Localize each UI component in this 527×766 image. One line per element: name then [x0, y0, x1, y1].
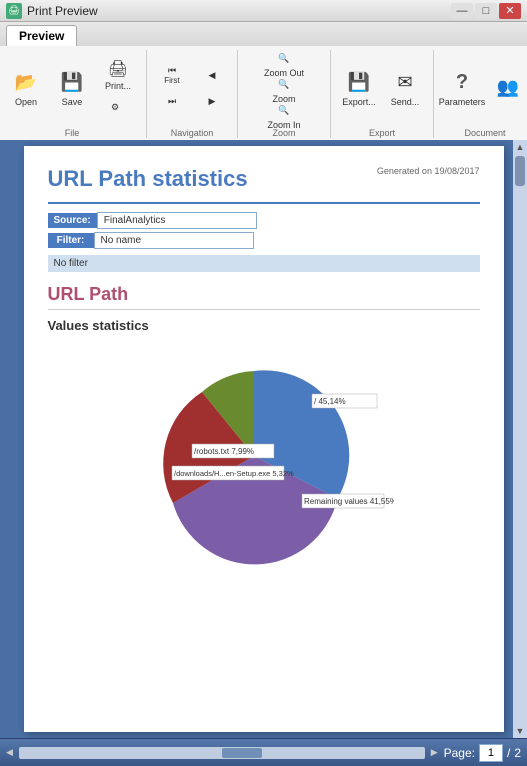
scroll-right-arrow[interactable]: ▶ — [431, 747, 438, 758]
close-button[interactable]: ✕ — [499, 3, 521, 19]
scrollbar-vertical[interactable]: ▲ ▼ — [513, 140, 527, 738]
page-info: Page: / 2 — [444, 744, 521, 762]
scroll-up-arrow[interactable]: ▲ — [516, 142, 525, 152]
source-value: FinalAnalytics — [97, 212, 257, 229]
page-number-input[interactable] — [479, 744, 503, 762]
svg-text:/downloads/H...en-Setup.exe 5,: /downloads/H...en-Setup.exe 5,32% — [174, 469, 294, 478]
export-button[interactable]: 💾 Export... — [337, 62, 381, 114]
prev-page-icon: ◀ — [209, 70, 216, 81]
navigation-buttons: ⏮ First ⏭ ◀ ▶ — [153, 50, 231, 126]
source-row: Source: FinalAnalytics — [48, 212, 480, 229]
parameters-icon: ? — [449, 69, 475, 95]
ribbon-tabs: Preview — [0, 22, 527, 46]
section-title: URL Path — [48, 284, 480, 310]
filter-label: Filter: — [48, 233, 94, 248]
navigation-group-label: Navigation — [153, 128, 231, 138]
zoom-buttons: 🔍 Zoom Out 🔍 Zoom 🔍 Zoom In — [244, 50, 324, 126]
open-button[interactable]: 📂 Open — [4, 62, 48, 114]
report-title: URL Path statistics — [48, 166, 248, 192]
scroll-down-arrow[interactable]: ▼ — [516, 726, 525, 736]
maximize-button[interactable]: □ — [475, 3, 497, 19]
filter-value: No name — [94, 232, 254, 249]
print-area: URL Path statistics Generated on 19/08/2… — [0, 140, 527, 738]
report-header: URL Path statistics Generated on 19/08/2… — [48, 166, 480, 204]
zoom-group-label: Zoom — [244, 128, 324, 138]
app-icon: 🖨 — [6, 3, 22, 19]
ribbon-group-export: 💾 Export... ✉ Send... Export — [337, 50, 434, 138]
zoom-out-icon: 🔍 — [278, 53, 289, 64]
chart-container: / 45,14% Remaining values 41,55% /robots… — [48, 341, 480, 571]
last-page-button[interactable]: ⏭ — [153, 89, 191, 113]
file-group-label: File — [4, 128, 140, 138]
document-group-label: Document — [440, 128, 527, 138]
pie-chart: / 45,14% Remaining values 41,55% /robots… — [134, 346, 394, 566]
settings-icon: ⚙ — [111, 102, 119, 113]
print-button[interactable]: 🖨 Print... — [96, 57, 140, 93]
ribbon-group-navigation: ⏮ First ⏭ ◀ ▶ Navigation — [153, 50, 238, 138]
last-page-icon: ⏭ — [168, 96, 176, 107]
document-buttons: ? Parameters 👥 — [440, 50, 527, 126]
export-icon: 💾 — [346, 69, 372, 95]
save-button[interactable]: 💾 Save — [50, 62, 94, 114]
svg-text:Remaining values 41,55%: Remaining values 41,55% — [304, 497, 394, 506]
first-page-icon: ⏮ — [168, 65, 176, 76]
doc-settings-button[interactable]: 👥 — [486, 62, 527, 114]
prev-page-button[interactable]: ◀ — [193, 63, 231, 87]
source-label: Source: — [48, 213, 97, 228]
filter-bar: No filter — [48, 255, 480, 272]
svg-text:/robots.txt 7,99%: /robots.txt 7,99% — [194, 447, 254, 456]
scrollbar-horizontal[interactable] — [19, 747, 425, 759]
title-bar: 🖨 Print Preview — □ ✕ — [0, 0, 527, 22]
minimize-button[interactable]: — — [451, 3, 473, 19]
send-icon: ✉ — [392, 69, 418, 95]
first-page-button[interactable]: ⏮ First — [153, 63, 191, 87]
print-settings-button[interactable]: ⚙ — [96, 95, 134, 119]
filter-row: Filter: No name — [48, 232, 480, 249]
tab-preview[interactable]: Preview — [6, 25, 77, 46]
ribbon-toolbar: 📂 Open 💾 Save 🖨 Print... ⚙ File — [0, 46, 527, 140]
send-button[interactable]: ✉ Send... — [383, 62, 427, 114]
window-controls: — □ ✕ — [451, 3, 521, 19]
next-page-button[interactable]: ▶ — [193, 89, 231, 113]
open-icon: 📂 — [13, 69, 39, 95]
values-title: Values statistics — [48, 318, 480, 333]
zoom-out-button[interactable]: 🔍 Zoom Out — [244, 50, 324, 74]
save-icon: 💾 — [59, 69, 85, 95]
window-title: Print Preview — [27, 4, 98, 18]
bottom-bar: ◀ ▶ Page: / 2 — [0, 738, 527, 766]
ribbon-group-document: ? Parameters 👥 Document — [440, 50, 527, 138]
page-label: Page: — [444, 746, 475, 760]
doc-settings-icon: 👥 — [495, 74, 521, 100]
svg-text:/ 45,14%: / 45,14% — [314, 397, 346, 406]
zoom-in-button[interactable]: 🔍 Zoom In — [244, 102, 324, 126]
zoom-icon: 🔍 — [278, 79, 289, 90]
page-total: 2 — [514, 746, 521, 760]
export-buttons: 💾 Export... ✉ Send... — [337, 50, 427, 126]
file-buttons: 📂 Open 💾 Save 🖨 Print... ⚙ — [4, 50, 140, 126]
scroll-thumb-vertical[interactable] — [515, 156, 525, 186]
parameters-button[interactable]: ? Parameters — [440, 62, 484, 114]
scroll-thumb-horizontal[interactable] — [222, 748, 262, 758]
zoom-in-icon: 🔍 — [278, 105, 289, 116]
page-separator: / — [507, 746, 510, 760]
print-icon: 🖨 — [105, 59, 131, 79]
zoom-button[interactable]: 🔍 Zoom — [244, 76, 324, 100]
generated-on: Generated on 19/08/2017 — [377, 166, 480, 176]
ribbon-group-file: 📂 Open 💾 Save 🖨 Print... ⚙ File — [4, 50, 147, 138]
scroll-left-arrow[interactable]: ◀ — [6, 747, 13, 758]
next-page-icon: ▶ — [209, 96, 216, 107]
ribbon-group-zoom: 🔍 Zoom Out 🔍 Zoom 🔍 Zoom In Zoom — [244, 50, 331, 138]
export-group-label: Export — [337, 128, 427, 138]
page-container: URL Path statistics Generated on 19/08/2… — [24, 146, 504, 732]
